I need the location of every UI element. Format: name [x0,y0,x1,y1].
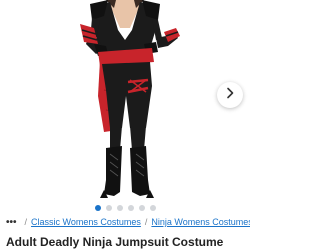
breadcrumb: ••• / Classic Womens Costumes / Ninja Wo… [6,215,250,229]
ellipsis-icon[interactable]: ••• [6,217,17,228]
product-title: Adult Deadly Ninja Jumpsuit Costume [6,235,224,249]
costume-figure [80,0,180,198]
carousel-dot[interactable] [127,205,134,211]
product-image[interactable] [0,0,250,202]
carousel-dot[interactable] [116,205,123,211]
breadcrumb-link-classic-womens-costumes[interactable]: Classic Womens Costumes [31,217,141,227]
carousel-indicators [0,203,250,213]
breadcrumb-separator: / [24,217,28,227]
carousel-next-button[interactable] [217,82,243,108]
carousel-dot[interactable] [138,205,145,211]
carousel-dot[interactable] [94,205,101,211]
breadcrumb-separator: / [144,217,148,227]
carousel-dot[interactable] [105,205,112,211]
breadcrumb-link-ninja-womens-costumes[interactable]: Ninja Womens Costumes [151,217,250,227]
chevron-right-icon [224,86,236,104]
carousel-dot[interactable] [149,205,156,211]
product-page: ••• / Classic Womens Costumes / Ninja Wo… [0,0,250,250]
